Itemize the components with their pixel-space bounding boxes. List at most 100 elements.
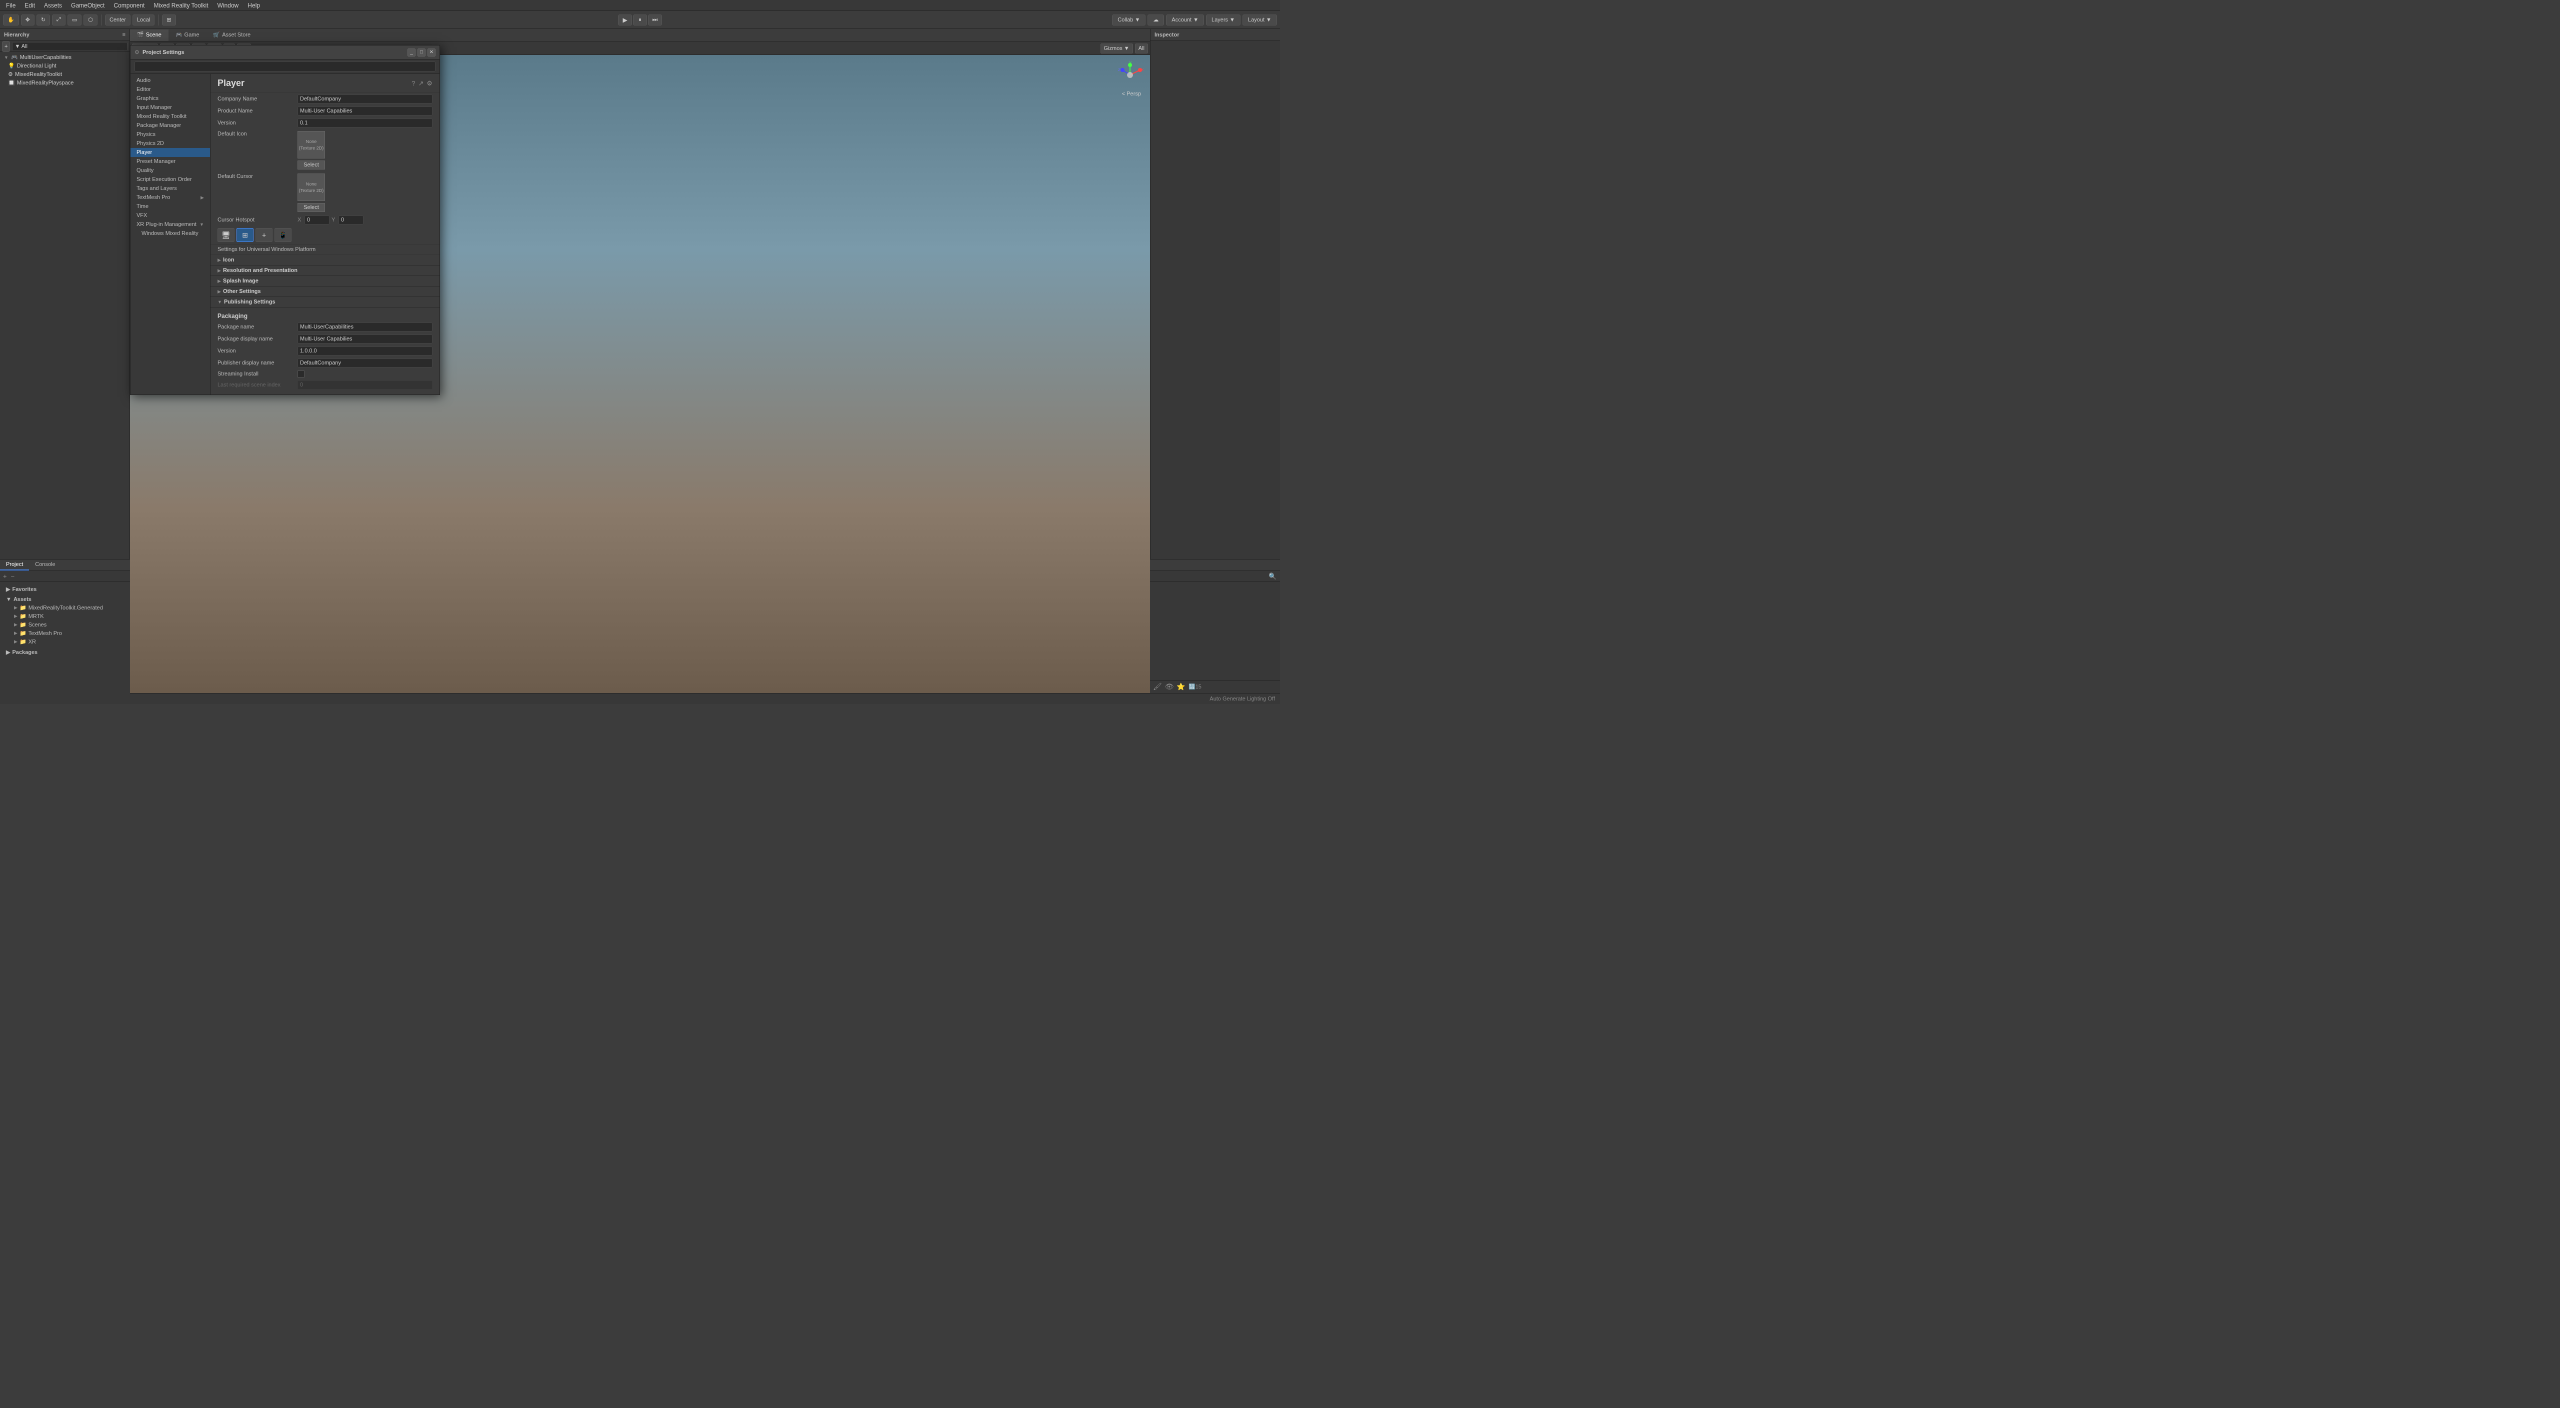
brush-icon[interactable]: 🖌 xyxy=(1153,683,1162,692)
modal-maximize-btn[interactable]: □ xyxy=(418,48,426,56)
settings-player[interactable]: Player xyxy=(131,148,211,157)
settings-mrtk[interactable]: Mixed Reality Toolkit xyxy=(131,112,211,121)
product-name-input[interactable] xyxy=(298,107,433,116)
tab-scene[interactable]: 🎬 Scene xyxy=(130,30,168,42)
settings-vfx[interactable]: VFX xyxy=(131,211,211,220)
settings-preset-manager[interactable]: Preset Manager xyxy=(131,157,211,166)
other-section-header[interactable]: ▶ Other Settings xyxy=(211,287,440,298)
center-toggle[interactable]: Center xyxy=(105,14,131,25)
layout-button[interactable]: Layout ▼ xyxy=(1243,14,1277,25)
account-button[interactable]: Account ▼ xyxy=(1166,14,1204,25)
tab-console[interactable]: Console xyxy=(29,560,61,571)
publishing-section-header[interactable]: ▼ Publishing Settings xyxy=(211,297,440,308)
default-cursor-row: Default Cursor None (Texture 2D) Select xyxy=(211,172,440,215)
cursor-select-button[interactable]: Select xyxy=(298,203,326,212)
search-icon[interactable]: 🔍 xyxy=(1268,572,1278,580)
settings-graphics[interactable]: Graphics xyxy=(131,94,211,103)
extra-tool[interactable]: ⊞ xyxy=(162,14,176,25)
collab-button[interactable]: Collab ▼ xyxy=(1112,14,1146,25)
add-asset-btn[interactable]: + xyxy=(2,573,8,581)
hierarchy-item-light[interactable]: 💡 Directional Light xyxy=(0,62,130,71)
transform-tool[interactable]: ⬡ xyxy=(84,14,98,25)
pub-version-input[interactable] xyxy=(298,347,433,356)
filter-all[interactable]: All xyxy=(1135,43,1148,53)
platform-ios[interactable]: 📱 xyxy=(275,228,292,242)
splash-section-header[interactable]: ▶ Splash Image xyxy=(211,276,440,287)
open-icon[interactable]: ↗ xyxy=(418,79,423,87)
streaming-checkbox[interactable] xyxy=(298,371,305,378)
icon-select-button[interactable]: Select xyxy=(298,161,326,170)
hierarchy-item-mrtk[interactable]: ⚙ MixedRealityToolkit xyxy=(0,70,130,79)
settings-quality[interactable]: Quality xyxy=(131,166,211,175)
modal-close-btn[interactable]: ✕ xyxy=(428,48,436,56)
hierarchy-add-btn[interactable]: + xyxy=(2,41,10,52)
settings-search-input[interactable] xyxy=(135,62,436,72)
settings-input-manager[interactable]: Input Manager xyxy=(131,103,211,112)
gizmos-btn[interactable]: Gizmos ▼ xyxy=(1100,43,1133,53)
settings-package-manager[interactable]: Package Manager xyxy=(131,121,211,130)
modal-minimize-btn[interactable]: _ xyxy=(408,48,416,56)
settings-textmesh[interactable]: TextMesh Pro ▶ xyxy=(131,193,211,202)
pause-button[interactable]: ⏸ xyxy=(633,14,647,25)
hotspot-y-input[interactable] xyxy=(339,216,364,225)
hierarchy-item-root[interactable]: ▼ 🎮 MultiUserCapabilities xyxy=(0,53,130,62)
menu-help[interactable]: Help xyxy=(244,1,264,10)
company-name-input[interactable] xyxy=(298,95,433,104)
minus-btn[interactable]: − xyxy=(10,573,16,581)
svg-text:X: X xyxy=(1141,67,1144,72)
play-button[interactable]: ▶ xyxy=(618,14,632,25)
settings-tags-layers[interactable]: Tags and Layers xyxy=(131,184,211,193)
menu-window[interactable]: Window xyxy=(213,1,242,10)
platform-uwp[interactable]: ⊞ xyxy=(237,228,254,242)
settings-script-exec[interactable]: Script Execution Order xyxy=(131,175,211,184)
gear-icon[interactable]: ⚙ xyxy=(427,79,433,87)
version-input[interactable] xyxy=(298,119,433,128)
help-icon[interactable]: ? xyxy=(412,80,416,88)
player-header: Player ? ↗ ⚙ xyxy=(211,74,440,93)
package-display-input[interactable] xyxy=(298,335,433,344)
settings-wmr[interactable]: Windows Mixed Reality xyxy=(131,229,211,238)
streaming-install-row: Streaming Install xyxy=(211,369,440,379)
hierarchy-search[interactable] xyxy=(12,42,127,51)
tab-scene-label: Scene xyxy=(146,32,162,38)
hand-tool[interactable]: ✋ xyxy=(3,14,19,25)
local-toggle[interactable]: Local xyxy=(133,14,155,25)
menu-file[interactable]: File xyxy=(2,1,20,10)
tab-game[interactable]: 🎮 Game xyxy=(168,30,206,42)
hotspot-x-input[interactable] xyxy=(305,216,330,225)
settings-audio[interactable]: Audio xyxy=(131,76,211,85)
hotspot-label: Cursor Hotspot xyxy=(218,217,298,223)
publisher-display-input[interactable] xyxy=(298,359,433,368)
step-button[interactable]: ⏭ xyxy=(648,14,662,25)
settings-xr[interactable]: XR Plug-in Management ▼ xyxy=(131,220,211,229)
icon-section-header[interactable]: ▶ Icon xyxy=(211,255,440,266)
settings-icon: ⚙ xyxy=(135,49,140,56)
menu-assets[interactable]: Assets xyxy=(40,1,66,10)
menu-component[interactable]: Component xyxy=(110,1,149,10)
settings-editor[interactable]: Editor xyxy=(131,85,211,94)
settings-physics[interactable]: Physics xyxy=(131,130,211,139)
platform-pc[interactable]: 🖥 xyxy=(218,228,235,242)
menu-mixed-reality[interactable]: Mixed Reality Toolkit xyxy=(150,1,213,10)
resolution-section-header[interactable]: ▶ Resolution and Presentation xyxy=(211,266,440,277)
eye-icon[interactable]: 👁 xyxy=(1165,683,1174,692)
cloud-button[interactable]: ☁ xyxy=(1148,14,1165,25)
hierarchy-menu-icon[interactable]: ≡ xyxy=(122,32,125,38)
layers-button[interactable]: Layers ▼ xyxy=(1206,14,1240,25)
star-icon[interactable]: ⭐ xyxy=(1177,683,1186,692)
hierarchy-item-playspace[interactable]: 🔲 MixedRealityPlayspace xyxy=(0,79,130,88)
menu-edit[interactable]: Edit xyxy=(21,1,39,10)
chevron-down-icon: ▼ xyxy=(4,55,9,60)
tab-asset-store[interactable]: 🛒 Asset Store xyxy=(206,30,257,42)
settings-physics-2d[interactable]: Physics 2D xyxy=(131,139,211,148)
tab-project[interactable]: Project xyxy=(0,560,29,571)
rotate-tool[interactable]: ↻ xyxy=(36,14,50,25)
scale-tool[interactable]: ⤢ xyxy=(52,14,65,25)
menu-gameobject[interactable]: GameObject xyxy=(67,1,109,10)
rect-tool[interactable]: ▭ xyxy=(67,14,81,25)
move-tool[interactable]: ✥ xyxy=(21,14,35,25)
settings-time[interactable]: Time xyxy=(131,202,211,211)
platform-android[interactable]: + xyxy=(256,228,273,242)
package-name-input[interactable] xyxy=(298,323,433,332)
icon-preview-box: None (Texture 2D) Select xyxy=(298,131,326,170)
